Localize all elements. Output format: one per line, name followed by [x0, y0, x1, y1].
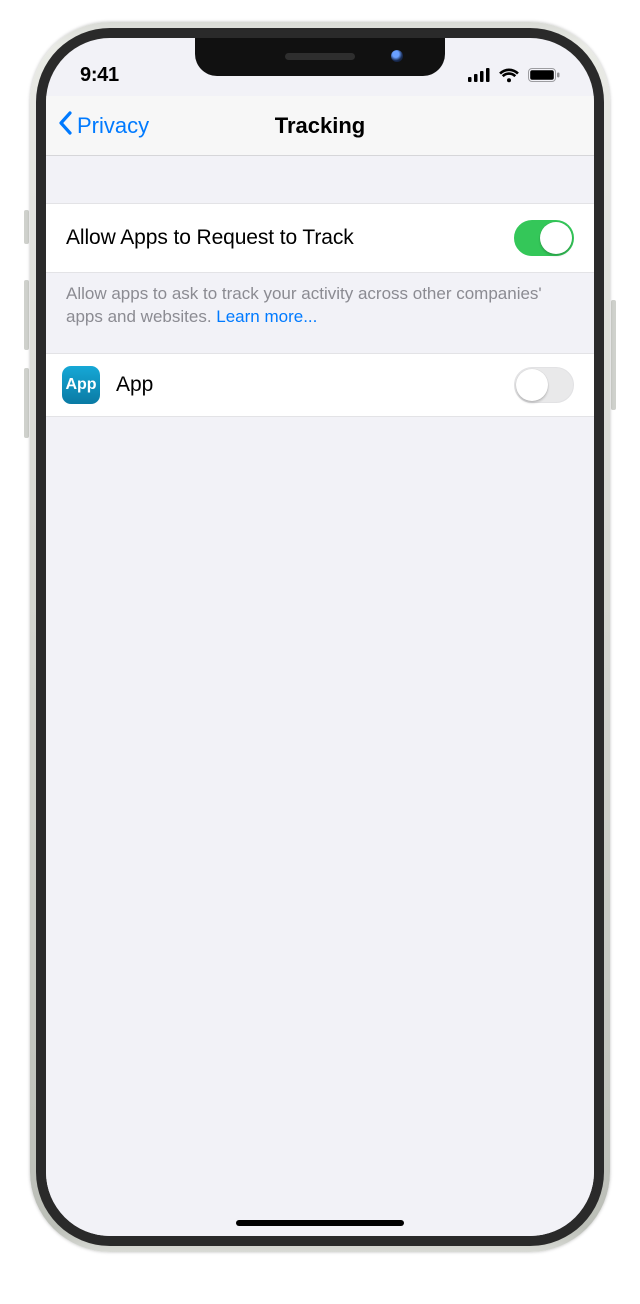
back-label: Privacy	[77, 113, 149, 139]
status-time: 9:41	[80, 64, 119, 87]
allow-apps-row: Allow Apps to Request to Track	[46, 203, 594, 273]
home-indicator[interactable]	[236, 1220, 404, 1226]
settings-content: Allow Apps to Request to Track Allow app…	[46, 157, 594, 1236]
side-button	[611, 300, 616, 410]
volume-up-button	[24, 280, 29, 350]
chevron-left-icon	[58, 111, 73, 141]
volume-down-button	[24, 368, 29, 438]
status-icons	[468, 67, 560, 83]
section-footer: Allow apps to ask to track your activity…	[46, 273, 594, 353]
wifi-icon	[498, 67, 520, 83]
back-button[interactable]: Privacy	[46, 111, 149, 141]
learn-more-link[interactable]: Learn more...	[216, 307, 317, 326]
app-row: App App	[46, 353, 594, 417]
phone-frame: 9:41	[30, 22, 610, 1252]
app-label: App	[116, 373, 498, 397]
mute-switch	[24, 210, 29, 244]
allow-apps-label: Allow Apps to Request to Track	[66, 226, 514, 250]
app-icon: App	[62, 366, 100, 404]
page-title: Tracking	[275, 113, 365, 139]
app-tracking-toggle[interactable]	[514, 367, 574, 403]
battery-icon	[528, 68, 560, 82]
screen: 9:41	[46, 38, 594, 1236]
allow-apps-toggle[interactable]	[514, 220, 574, 256]
status-bar: 9:41	[46, 38, 594, 96]
cellular-icon	[468, 68, 490, 82]
navigation-bar: Privacy Tracking	[46, 96, 594, 156]
